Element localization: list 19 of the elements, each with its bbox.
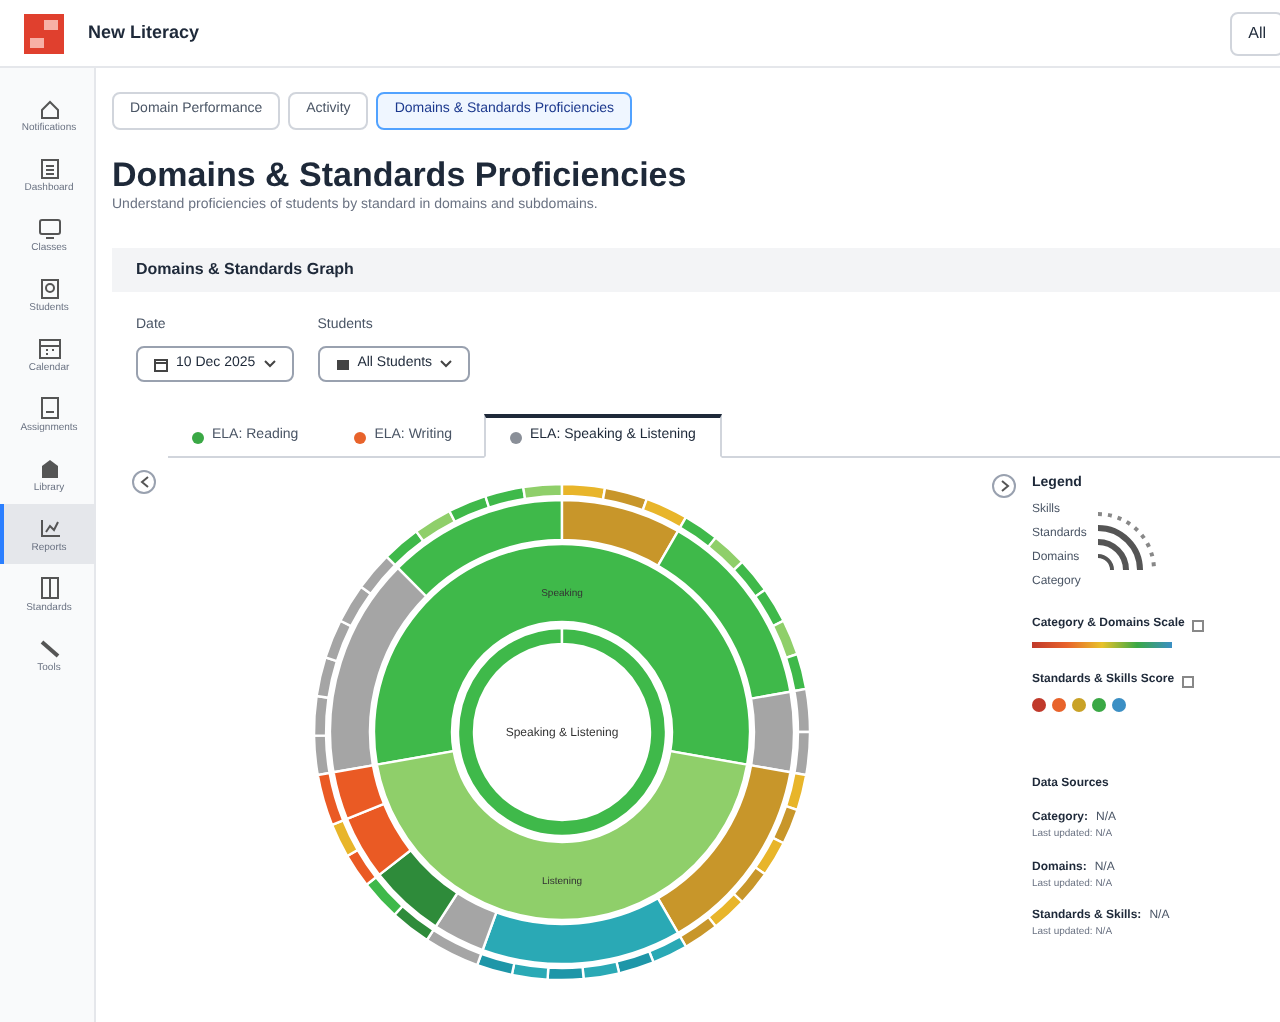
page-heading: Domains & Standards Proficiencies [112, 153, 689, 196]
calendar-icon [35, 334, 63, 362]
chevron-down-icon [440, 360, 453, 368]
monitor-icon [35, 214, 63, 242]
app-title: New Literacy [88, 19, 200, 46]
collapse-button[interactable] [132, 469, 156, 494]
section-title: Domains & Standards Graph [136, 258, 354, 283]
chart-icon [35, 514, 63, 542]
chevron-left-icon [139, 475, 149, 488]
expand-button[interactable] [992, 473, 1016, 498]
page-icon [35, 394, 63, 422]
color-scale-bar [1032, 642, 1172, 649]
book-icon [35, 574, 63, 602]
calendar-icon [154, 357, 168, 371]
chevron-down-icon [263, 360, 276, 368]
account-dropdown[interactable]: All [1230, 11, 1280, 55]
chevron-right-icon [999, 479, 1009, 492]
document-icon [35, 154, 63, 182]
app-logo-icon [24, 13, 64, 53]
